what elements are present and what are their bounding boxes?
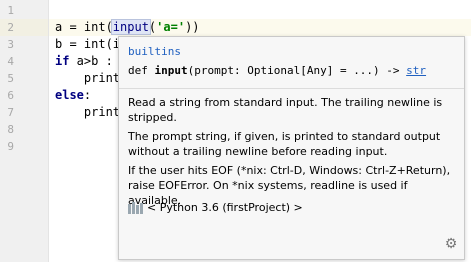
code-line-3[interactable]: b = int(i (55, 36, 120, 53)
code-token: a = int( (55, 20, 113, 34)
sig-function-name: input (154, 64, 188, 77)
line-number: 4 (7, 55, 14, 68)
sig-params: (prompt: Optional[Any] = ...) -> (187, 64, 407, 77)
doc-signature: def input(prompt: Optional[Any] = ...) -… (128, 64, 426, 77)
code-line-7[interactable]: print (55, 104, 120, 121)
doc-paragraph: The prompt string, if given, is printed … (128, 130, 441, 158)
code-token: )) (185, 20, 200, 34)
code-token: : (83, 88, 92, 102)
line-number: 6 (7, 89, 14, 102)
line-number: 2 (7, 21, 14, 34)
doc-signature-section: builtins def input(prompt: Optional[Any]… (119, 37, 464, 89)
code-token: a>b : (69, 54, 113, 68)
line-number: 5 (7, 72, 14, 85)
sig-def: def (128, 64, 155, 77)
quick-documentation-popup[interactable]: builtins def input(prompt: Optional[Any]… (118, 36, 465, 260)
code-line-4[interactable]: if a>b : (55, 53, 113, 70)
sig-return-type-link[interactable]: str (406, 64, 426, 77)
doc-paragraph: Read a string from standard input. The t… (128, 96, 443, 124)
line-number: 3 (7, 38, 14, 51)
gear-icon[interactable]: ⚙ (444, 237, 458, 251)
sdk-label: < Python 3.6 (firstProject) > (147, 201, 303, 214)
line-number: 1 (7, 4, 14, 17)
line-number: 7 (7, 106, 14, 119)
line-number: 8 (7, 123, 14, 136)
doc-module-name: builtins (128, 45, 181, 58)
code-line-5[interactable]: print (55, 70, 120, 87)
doc-description: Read a string from standard input. The t… (128, 95, 458, 212)
line-number-gutter: 1 2 3 4 5 6 7 8 9 (0, 0, 49, 262)
string-literal: 'a=' (156, 20, 186, 34)
line-number: 9 (7, 140, 14, 153)
keyword: if (55, 54, 70, 68)
code-line-2[interactable]: a = int(input('a=')) (55, 19, 200, 36)
highlighted-identifier[interactable]: input (110, 19, 151, 35)
code-line-6[interactable]: else: (55, 87, 91, 104)
keyword: else (55, 88, 84, 102)
doc-sdk-footer[interactable]: < Python 3.6 (firstProject) > (128, 201, 303, 214)
library-icon (128, 201, 144, 214)
code-token: b = int( (55, 37, 113, 51)
